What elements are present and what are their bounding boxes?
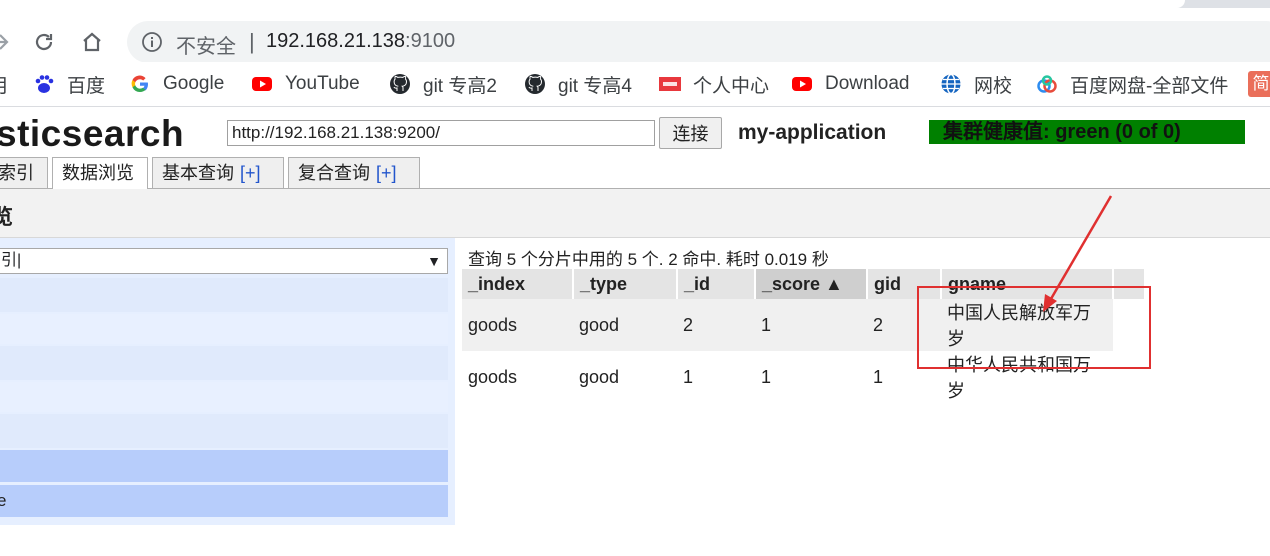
filter-row[interactable] — [0, 382, 448, 412]
cell-id: 2 — [677, 299, 755, 351]
filter-row[interactable] — [0, 278, 448, 312]
column-header-score[interactable]: _score ▲ — [755, 269, 868, 299]
cell-type: good — [573, 351, 677, 403]
bookmark-label: Google — [163, 73, 225, 94]
main-tabs: 索引 数据浏览 基本查询 [+] 复合查询 [+] — [0, 157, 1270, 189]
bookmark-git-2[interactable]: git 专高2 — [389, 71, 497, 97]
tab-data-browse[interactable]: 数据浏览 — [52, 157, 148, 189]
cluster-health-badge: 集群健康值: green (0 of 0) — [929, 120, 1245, 144]
bookmark-label: Download — [825, 73, 910, 94]
bookmark-baidu-netdisk[interactable]: 百度网盘-全部文件 — [1036, 71, 1228, 97]
es-head-app: sticsearch 连接 my-application 集群健康值: gree… — [0, 107, 1270, 556]
filter-row[interactable] — [0, 414, 448, 448]
tab-add-button[interactable]: [+] — [240, 163, 261, 183]
tab-basic-query[interactable]: 基本查询 [+] — [152, 157, 284, 188]
address-bar[interactable]: 不安全 | 192.168.21.138:9100 — [127, 21, 1270, 63]
bookmark-youtube[interactable]: YouTube — [251, 71, 360, 97]
column-header-type[interactable]: _type — [573, 269, 678, 299]
address-separator: | — [249, 29, 255, 54]
github-icon — [525, 74, 545, 94]
bookmark-download[interactable]: Download — [791, 71, 910, 97]
bookmark-baidu[interactable]: 百度 — [33, 71, 105, 97]
bookmark-wangxiao[interactable]: 网校 — [940, 71, 1012, 97]
browser-toolbar: 不安全 | 192.168.21.138:9100 — [0, 8, 1270, 63]
index-select[interactable]: 引| ▼ — [0, 248, 448, 274]
tab-complex-query[interactable]: 复合查询 [+] — [288, 157, 420, 188]
annotation-highlight-box — [917, 286, 1151, 369]
bookmark-item[interactable]: 月 — [0, 71, 9, 97]
bookmark-label: 个人中心 — [693, 75, 770, 97]
tab-label: 索引 — [0, 163, 34, 183]
app-logo: sticsearch — [0, 113, 185, 154]
bookmark-google[interactable]: Google — [129, 71, 224, 97]
tab-add-button[interactable]: [+] — [376, 163, 397, 183]
baidu-netdisk-icon — [1037, 75, 1057, 93]
cell-index: goods — [462, 299, 573, 351]
google-icon — [131, 75, 148, 93]
filter-row[interactable] — [0, 346, 448, 380]
query-summary: 查询 5 个分片中用的 5 个. 2 命中. 耗时 0.019 秒 — [468, 250, 829, 269]
tab-index[interactable]: 索引 — [0, 157, 48, 188]
dropdown-arrow-icon: ▼ — [427, 253, 441, 269]
globe-icon — [941, 73, 961, 95]
bookmark-label: 百度 — [67, 75, 106, 97]
cell-type: good — [573, 299, 677, 351]
bookmark-label: 月 — [0, 71, 9, 98]
bookmark-label: git 专高2 — [423, 75, 497, 97]
tab-label: 数据浏览 — [62, 163, 134, 183]
baidu-paw-icon — [35, 75, 54, 93]
bookmark-git-4[interactable]: git 专高4 — [524, 71, 632, 97]
jianshu-icon: 简 — [1248, 71, 1270, 97]
reload-icon[interactable] — [32, 30, 56, 54]
filter-row-label: e — [0, 491, 7, 510]
section-title: 览 — [0, 206, 13, 229]
info-icon[interactable] — [141, 31, 163, 53]
cell-index: goods — [462, 351, 573, 403]
bookmark-label: 网校 — [974, 75, 1013, 97]
filter-row[interactable] — [0, 314, 448, 344]
youtube-icon — [252, 77, 272, 91]
bookmark-label: git 专高4 — [558, 75, 632, 97]
home-icon[interactable] — [80, 30, 104, 54]
toutiao-icon — [659, 77, 681, 91]
github-icon — [390, 74, 410, 94]
bookmark-label: YouTube — [285, 73, 360, 94]
youtube-icon — [792, 77, 812, 91]
connect-button[interactable]: 连接 — [659, 117, 722, 149]
section-header: 览 — [0, 189, 1270, 238]
bookmark-profile[interactable]: 个人中心 — [659, 71, 769, 97]
bookmarks-bar: 月 百度 Google YouTube git 专高2 git 专高4 个人中心… — [0, 62, 1270, 107]
index-select-value: 引| — [1, 252, 22, 269]
cluster-name: my-application — [738, 121, 887, 144]
tab-label: 基本查询 — [162, 163, 234, 183]
url-text[interactable]: 192.168.21.138:9100 — [266, 30, 455, 53]
active-tab-edge — [0, 0, 1185, 8]
column-header-index[interactable]: _index — [462, 269, 574, 299]
column-header-id[interactable]: _id — [677, 269, 756, 299]
filter-row-selected[interactable] — [0, 450, 448, 482]
tab-label: 复合查询 — [298, 163, 370, 183]
forward-icon[interactable] — [0, 30, 12, 54]
cell-score: 1 — [755, 351, 867, 403]
filter-row-selected[interactable]: e — [0, 485, 448, 517]
cell-score: 1 — [755, 299, 867, 351]
browser-sidebar: 引| ▼ e — [0, 238, 455, 525]
tab-strip — [0, 0, 1270, 8]
connection-url-input[interactable] — [227, 120, 655, 146]
url-port: :9100 — [405, 30, 456, 52]
bookmark-jianshu[interactable]: 简 — [1248, 71, 1270, 97]
security-label: 不安全 — [176, 36, 236, 58]
url-host: 192.168.21.138 — [266, 30, 406, 52]
bookmark-label: 百度网盘-全部文件 — [1070, 75, 1229, 97]
cell-id: 1 — [677, 351, 755, 403]
